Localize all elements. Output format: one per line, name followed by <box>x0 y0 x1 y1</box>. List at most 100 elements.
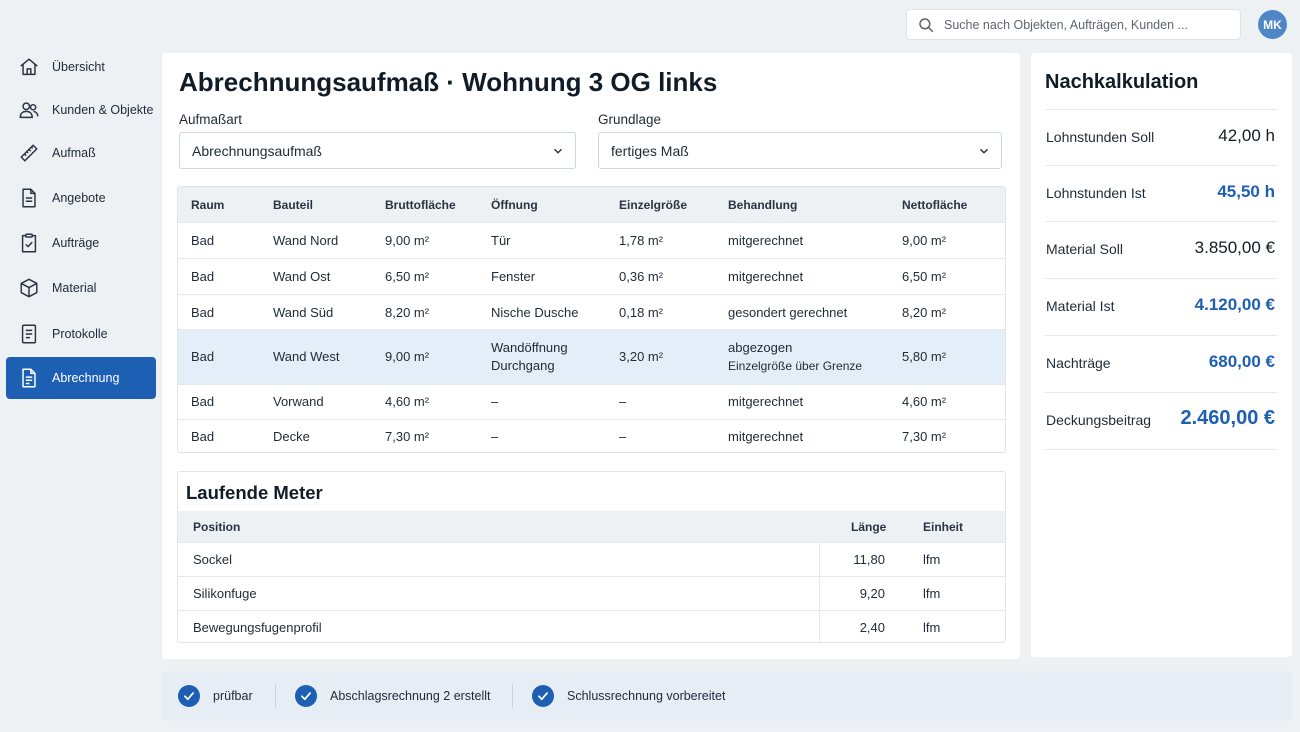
search-input[interactable] <box>944 17 1234 32</box>
cell-behandlung: gesondert gerechnet <box>728 305 848 320</box>
cell-bauteil: Wand Süd <box>273 305 334 320</box>
column-header-oeffnung[interactable]: Öffnung <box>491 198 538 212</box>
cell-netto: 5,80 m² <box>902 349 947 364</box>
sidebar-item-protokolle[interactable]: Protokolle <box>6 313 156 355</box>
sidebar-item-abrechnung[interactable]: Abrechnung <box>6 357 156 399</box>
table-row[interactable]: Bad Wand Ost 6,50 m² Fenster 0,36 m² mit… <box>178 258 1005 294</box>
column-header-raum[interactable]: Raum <box>191 198 224 212</box>
sidebar: Übersicht Kunden & Objekte Aufmaß Angebo… <box>0 0 162 732</box>
column-divider <box>819 542 820 642</box>
divider <box>512 684 513 708</box>
kalk-value: 42,00 h <box>1218 126 1275 145</box>
kalk-value: 680,00 € <box>1208 352 1275 371</box>
cell-position: Silikonfuge <box>193 586 257 601</box>
table-row[interactable]: Bad Wand Nord 9,00 m² Tür 1,78 m² mitger… <box>178 222 1005 258</box>
kalk-label: Deckungsbeitrag <box>1046 412 1152 428</box>
column-header-einheit[interactable]: Einheit <box>923 520 963 534</box>
status-label: Abschlagsrechnung 2 erstellt <box>330 689 491 703</box>
cell-brutto: 8,20 m² <box>385 305 430 320</box>
status-item-schlussrechnung: Schlussrechnung vorbereitet <box>532 685 725 707</box>
table-header: Position Länge Einheit <box>178 511 1005 542</box>
kalk-row-lohnstunden-ist: Lohnstunden Ist 45,50 h <box>1045 165 1277 221</box>
cell-brutto: 9,00 m² <box>385 349 430 364</box>
cell-einzel: 3,20 m² <box>619 349 664 364</box>
cell-position: Bewegungsfugenprofil <box>193 620 322 635</box>
sidebar-item-angebote[interactable]: Angebote <box>6 177 156 219</box>
kalk-value: 3.850,00 € <box>1194 238 1275 257</box>
cell-netto: 8,20 m² <box>902 305 947 320</box>
aufmassart-value: Abrechnungsaufmaß <box>192 142 322 159</box>
ruler-icon <box>18 142 40 164</box>
column-header-einzelgroesse[interactable]: Einzelgröße <box>619 198 687 212</box>
cell-einheit: lfm <box>923 586 941 601</box>
main-panel: Abrechnungsaufmaß · Wohnung 3 OG links A… <box>162 53 1020 659</box>
table-row[interactable]: Bad Wand Süd 8,20 m² Nische Dusche 0,18 … <box>178 294 1005 329</box>
column-header-nettoflaeche[interactable]: Nettofläche <box>902 198 967 212</box>
status-label: prüfbar <box>213 689 253 703</box>
kalk-row-material-soll: Material Soll 3.850,00 € <box>1045 221 1277 277</box>
grundlage-label: Grundlage <box>598 112 662 127</box>
sidebar-item-kunden-objekte[interactable]: Kunden & Objekte <box>6 89 156 131</box>
column-header-behandlung[interactable]: Behandlung <box>728 198 797 212</box>
cell-behandlung-detail: Einzelgröße über Grenze <box>728 359 863 373</box>
table-row[interactable]: Silikonfuge 9,20 lfm <box>178 576 1005 610</box>
cell-oeffnung: Fenster <box>491 269 536 284</box>
divider <box>275 684 276 708</box>
search-icon <box>917 16 935 34</box>
clipboard-check-icon <box>18 232 40 254</box>
kalk-label: Lohnstunden Ist <box>1046 185 1146 201</box>
cell-raum: Bad <box>191 305 215 320</box>
sidebar-item-aufmass[interactable]: Aufmaß <box>6 132 156 174</box>
sidebar-item-auftraege[interactable]: Aufträge <box>6 222 156 264</box>
nachkalkulation-panel: Nachkalkulation Lohnstunden Soll 42,00 h… <box>1031 53 1292 657</box>
table-row[interactable]: Bad Decke 7,30 m² – – mitgerechnet 7,30 … <box>178 419 1005 452</box>
sidebar-item-material[interactable]: Material <box>6 267 156 309</box>
kalk-label: Lohnstunden Soll <box>1046 129 1155 145</box>
cell-oeffnung: Nische Dusche <box>491 305 579 320</box>
cell-bauteil: Wand West <box>273 349 340 364</box>
cell-brutto: 6,50 m² <box>385 269 430 284</box>
cell-brutto: 7,30 m² <box>385 429 430 444</box>
column-header-position[interactable]: Position <box>193 520 240 534</box>
grundlage-select[interactable]: fertiges Maß <box>598 132 1002 169</box>
column-header-laenge[interactable]: Länge <box>851 520 886 534</box>
users-icon <box>18 99 40 121</box>
cell-netto: 6,50 m² <box>902 269 947 284</box>
kalk-row-lohnstunden-soll: Lohnstunden Soll 42,00 h <box>1045 109 1277 165</box>
cell-bauteil: Decke <box>273 429 310 444</box>
column-header-bruttoflaeche[interactable]: Bruttofläche <box>385 198 456 212</box>
avatar[interactable]: MK <box>1258 10 1287 39</box>
cell-netto: 9,00 m² <box>902 233 947 248</box>
check-circle-icon <box>532 685 554 707</box>
cell-brutto: 4,60 m² <box>385 394 430 409</box>
cell-einzel: – <box>619 394 627 409</box>
status-bar: prüfbar Abschlagsrechnung 2 erstellt Sch… <box>162 671 1292 721</box>
aufmassart-label: Aufmaßart <box>179 112 243 127</box>
sidebar-item-label: Aufträge <box>52 236 100 250</box>
cell-raum: Bad <box>191 429 215 444</box>
cell-netto: 4,60 m² <box>902 394 947 409</box>
table-row-highlighted[interactable]: Bad Wand West 9,00 m² Wandöffnung Durchg… <box>178 329 1005 384</box>
column-header-bauteil[interactable]: Bauteil <box>273 198 313 212</box>
cell-behandlung: mitgerechnet <box>728 233 804 248</box>
status-item-abschlagsrechnung: Abschlagsrechnung 2 erstellt <box>295 685 491 707</box>
grundlage-value: fertiges Maß <box>611 142 689 159</box>
table-row[interactable]: Bewegungsfugenprofil 2,40 lfm <box>178 610 1005 642</box>
chevron-down-icon <box>977 144 991 158</box>
cell-laenge: 9,20 <box>859 586 885 601</box>
aufmass-table: Raum Bauteil Bruttofläche Öffnung Einzel… <box>177 186 1006 453</box>
document-icon <box>18 187 40 209</box>
chevron-down-icon <box>551 144 565 158</box>
cell-netto: 7,30 m² <box>902 429 947 444</box>
sidebar-item-uebersicht[interactable]: Übersicht <box>6 46 156 88</box>
sidebar-item-label: Kunden & Objekte <box>52 103 154 117</box>
cell-raum: Bad <box>191 269 215 284</box>
table-row[interactable]: Sockel 11,80 lfm <box>178 542 1005 576</box>
status-item-pruefbar: prüfbar <box>178 685 253 707</box>
table-row[interactable]: Bad Vorwand 4,60 m² – – mitgerechnet 4,6… <box>178 384 1005 419</box>
cell-behandlung: abgezogen <box>728 340 793 355</box>
search-bar[interactable] <box>906 9 1241 40</box>
aufmassart-select[interactable]: Abrechnungsaufmaß <box>179 132 576 169</box>
kalk-row-material-ist: Material Ist 4.120,00 € <box>1045 278 1277 334</box>
laufende-meter-title: Laufende Meter <box>186 482 323 503</box>
